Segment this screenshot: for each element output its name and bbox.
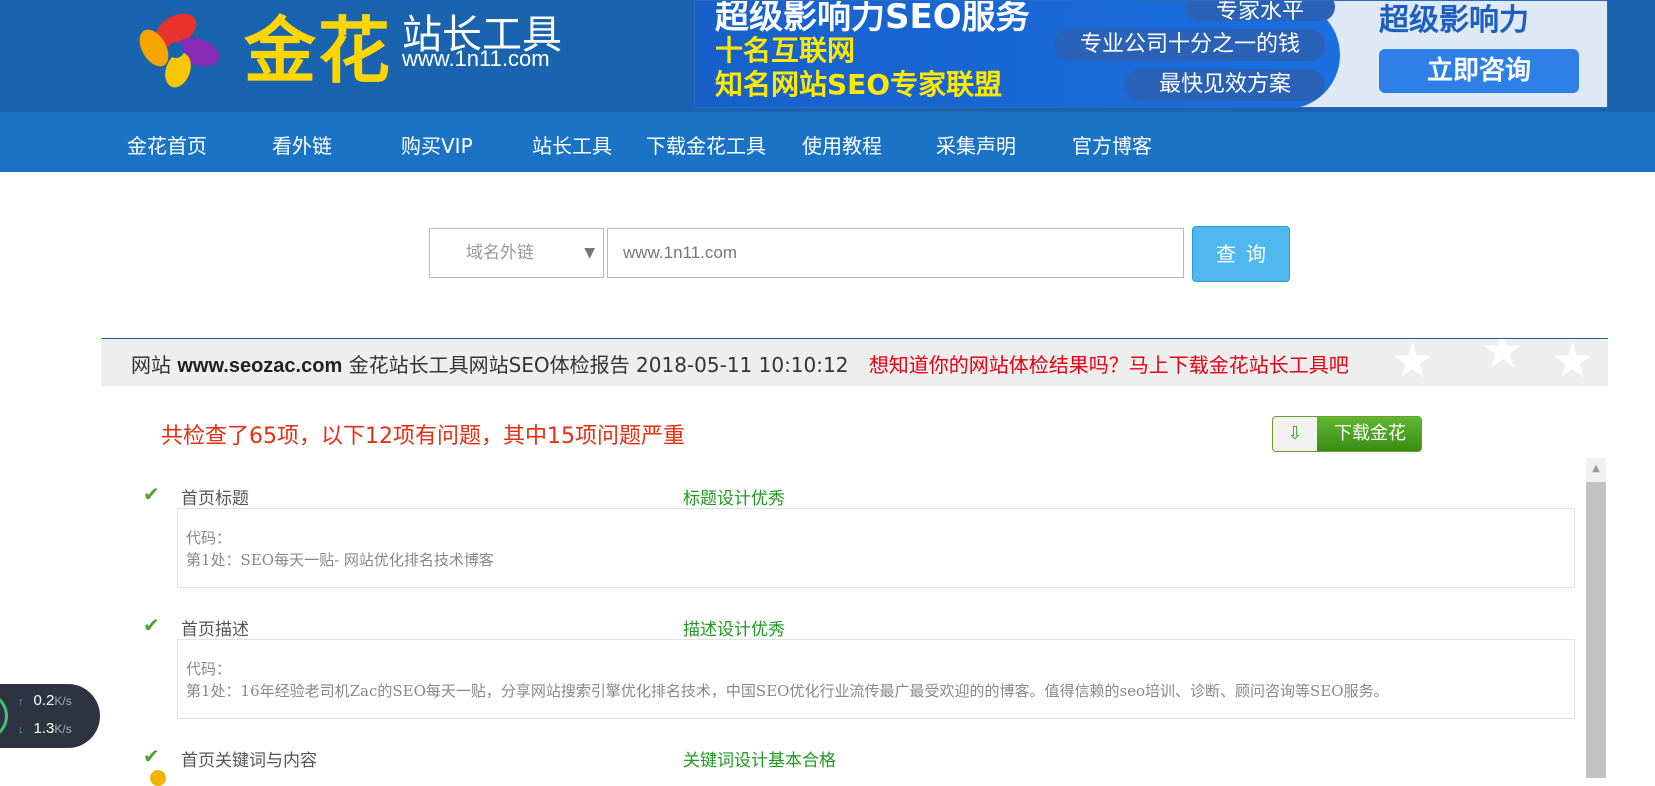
ad-pill-2: 专业公司十分之一的钱 <box>1055 29 1325 61</box>
download-arrow-icon: ↓ <box>18 724 24 736</box>
speed-ring-icon <box>0 692 8 740</box>
ad-pill-3: 最快见效方案 <box>1125 69 1325 101</box>
site-header: 金花 站长工具 www.1n11.com 超级影响力SEO服务 十名互联网 知名… <box>0 0 1655 112</box>
download-button-label: 下载金花 <box>1317 417 1421 451</box>
star-decoration-icon: ★ <box>1481 338 1525 379</box>
check-mark-icon: ✔ <box>143 613 160 637</box>
chevron-down-icon: ▼ <box>584 245 595 261</box>
scroll-up-arrow-icon[interactable]: ▲ <box>1586 458 1606 480</box>
nav-backlinks[interactable]: 看外链 <box>272 130 332 159</box>
results-scrollbar[interactable]: ▲ <box>1586 458 1606 778</box>
flower-logo-icon <box>139 13 220 88</box>
report-header-bar: ★ ★ ★ 网站 www.seozac.com 金花站长工具网站SEO体检报告 … <box>101 338 1608 386</box>
report-site: www.seozac.com <box>177 355 343 377</box>
ad-banner[interactable]: 超级影响力SEO服务 十名互联网 知名网站SEO专家联盟 专家水平 专业公司十分… <box>694 0 1608 108</box>
domain-input[interactable]: www.1n11.com <box>607 228 1184 278</box>
check-mark-icon: ✔ <box>143 744 160 768</box>
check-mark-icon: ✔ <box>143 482 160 506</box>
download-speed-unit: K/s <box>54 722 72 736</box>
nav-tutorial[interactable]: 使用教程 <box>802 130 882 159</box>
star-decoration-icon: ★ <box>1551 338 1595 386</box>
upload-speed: ↑ 0.2K/s <box>18 692 72 709</box>
code-label: 代码： <box>186 660 232 678</box>
check-item-name: 首页描述 <box>181 620 249 640</box>
nav-download-tool[interactable]: 下载金花工具 <box>646 130 766 159</box>
report-title-text: 金花站长工具网站SEO体检报告 <box>348 353 630 377</box>
download-speed-value: 1.3 <box>33 720 55 737</box>
nav-statement[interactable]: 采集声明 <box>936 130 1016 159</box>
ad-pill-1: 专家水平 <box>1185 1 1335 24</box>
search-bar: 域名外链 ▼ www.1n11.com 查询 <box>0 226 1655 288</box>
nav-blog[interactable]: 官方博客 <box>1072 130 1152 159</box>
ad-line-3: 知名网站SEO专家联盟 <box>715 68 1003 101</box>
report-prefix: 网站 <box>131 353 171 377</box>
check-item-verdict: 标题设计优秀 <box>683 489 785 509</box>
check-item-verdict: 描述设计优秀 <box>683 620 785 640</box>
upload-speed-unit: K/s <box>54 694 72 708</box>
nav-webmaster-tools[interactable]: 站长工具 <box>532 130 612 159</box>
check-item-name: 首页标题 <box>181 489 249 509</box>
check-item-name: 首页关键词与内容 <box>181 751 317 771</box>
report-promo-link[interactable]: 想知道你的网站体检结果吗？马上下载金花站长工具吧 <box>869 353 1349 377</box>
download-button[interactable]: ⇩ 下载金花 <box>1272 416 1422 452</box>
logo-main-text: 金花 <box>244 9 393 93</box>
download-speed: ↓ 1.3K/s <box>18 720 72 737</box>
code-label: 代码： <box>186 529 232 547</box>
upload-arrow-icon: ↑ <box>18 696 24 708</box>
main-nav: 金花首页 看外链 购买VIP 站长工具 下载金花工具 使用教程 采集声明 官方博… <box>0 112 1655 172</box>
check-summary: 共检查了65项，以下12项有问题，其中15项问题严重 <box>161 424 685 449</box>
check-item-verdict: 关键词设计基本合格 <box>683 751 836 771</box>
ad-brand: 超级影响力 <box>1379 3 1529 38</box>
network-speed-widget[interactable]: ↑ 0.2K/s ↓ 1.3K/s <box>0 684 100 748</box>
nav-home[interactable]: 金花首页 <box>127 130 207 159</box>
code-line: 第1处：16年经验老司机Zac的SEO每天一贴，分享网站搜索引擎优化排名技术，中… <box>186 682 1389 700</box>
scrollbar-thumb[interactable] <box>1586 482 1606 778</box>
upload-speed-value: 0.2 <box>33 692 55 709</box>
query-button[interactable]: 查询 <box>1192 226 1290 282</box>
code-line: 第1处：SEO每天一贴- 网站优化排名技术博客 <box>186 551 494 569</box>
code-box: 代码： 第1处：SEO每天一贴- 网站优化排名技术博客 <box>177 508 1575 588</box>
code-box: 代码： 第1处：16年经验老司机Zac的SEO每天一贴，分享网站搜索引擎优化排名… <box>177 639 1575 719</box>
ad-consult-button[interactable]: 立即咨询 <box>1379 49 1579 93</box>
report-datetime: 2018-05-11 10:10:12 <box>636 353 849 377</box>
report-title: 网站 www.seozac.com 金花站长工具网站SEO体检报告 2018-0… <box>131 349 1349 378</box>
search-type-value: 域名外链 <box>466 243 534 263</box>
star-decoration-icon: ★ <box>1391 338 1435 386</box>
logo-url-text: www.1n11.com <box>402 46 550 71</box>
warning-icon <box>150 770 166 786</box>
site-logo[interactable]: 金花 站长工具 www.1n11.com <box>126 0 586 100</box>
download-icon: ⇩ <box>1273 417 1317 451</box>
search-type-select[interactable]: 域名外链 ▼ <box>429 228 604 278</box>
nav-buy-vip[interactable]: 购买VIP <box>401 130 473 159</box>
